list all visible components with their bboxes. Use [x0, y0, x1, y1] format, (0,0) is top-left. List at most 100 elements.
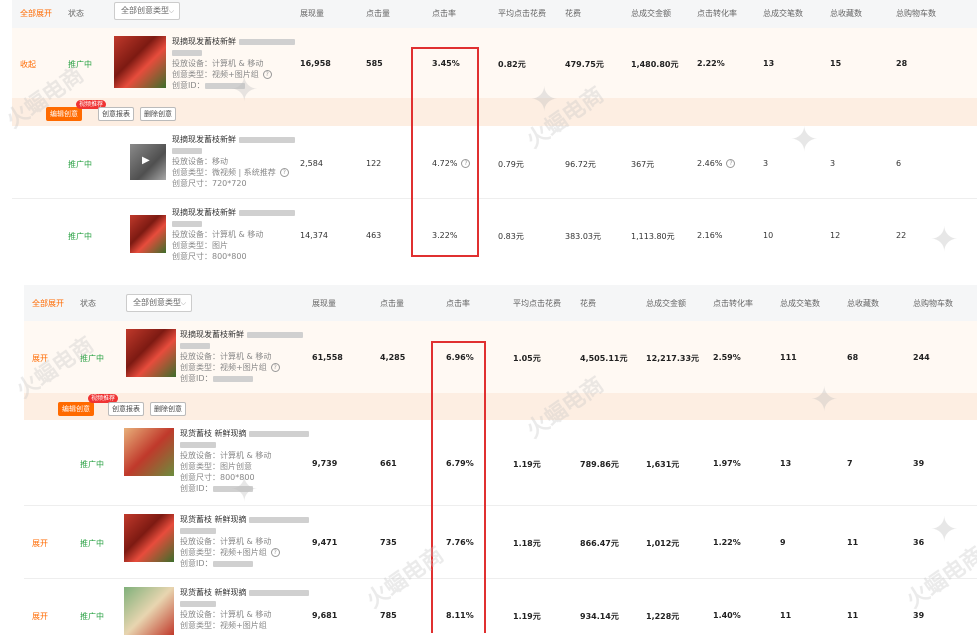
orders-value: 9: [780, 538, 786, 547]
impressions-value: 9,739: [312, 459, 338, 468]
favorites-value: 15: [830, 59, 842, 68]
size-value: 800*800: [212, 252, 247, 261]
cvr-value: 2.46%?: [697, 159, 736, 168]
expand-all-link[interactable]: 全部展开: [32, 298, 64, 309]
creative-report-button[interactable]: 创意报表: [98, 107, 134, 121]
creative-thumbnail[interactable]: [124, 587, 174, 635]
blurred-text: [172, 220, 202, 227]
info-icon[interactable]: ?: [270, 548, 280, 557]
device-label: 投放设备：: [180, 451, 220, 460]
creative-info: 现货蓄枝 新鲜现摘 投放设备：计算机 & 移动 创意类型：视频+图片组: [180, 587, 310, 631]
delete-creative-button[interactable]: 删除创意: [140, 107, 176, 121]
creative-thumbnail[interactable]: [114, 36, 166, 88]
device-value: 计算机 & 移动: [220, 451, 272, 460]
creative-thumbnail[interactable]: [124, 428, 174, 476]
blurred-text: [238, 136, 295, 143]
col-header-cart: 总购物车数: [913, 299, 953, 308]
creative-report-button[interactable]: 创意报表: [108, 402, 144, 416]
creative-title[interactable]: 现货蓄枝 新鲜现摘: [180, 515, 247, 524]
status-column-header: 状态: [68, 9, 84, 18]
orders-value: 13: [763, 59, 775, 68]
collapse-toggle[interactable]: 收起: [20, 59, 36, 70]
orders-value: 10: [763, 231, 774, 240]
cart-value: 36: [913, 538, 925, 547]
creative-thumbnail[interactable]: ▶: [130, 144, 166, 180]
favorites-value: 68: [847, 353, 859, 362]
size-label: 创意尺寸：: [180, 473, 220, 482]
impressions-value: 9,471: [312, 538, 338, 547]
creative-action-bar: 编辑创意 视频推荐 创意报表 删除创意: [12, 98, 977, 126]
creative-type-select[interactable]: 全部创意类型 ⌵: [114, 2, 180, 20]
type-label: 创意类型：: [180, 462, 220, 471]
expand-all-link[interactable]: 全部展开: [20, 8, 52, 19]
creative-thumbnail[interactable]: [130, 215, 166, 253]
edit-creative-button[interactable]: 编辑创意: [46, 107, 82, 121]
blurred-text: [180, 342, 210, 349]
info-icon[interactable]: ?: [726, 159, 736, 168]
expand-toggle[interactable]: 展开: [32, 611, 48, 622]
expand-toggle[interactable]: 展开: [32, 538, 48, 549]
creative-thumbnail[interactable]: [124, 514, 174, 562]
info-icon[interactable]: ?: [262, 70, 272, 79]
col-header-gmv: 总成交金额: [631, 9, 671, 18]
cost-value: 383.03元: [565, 232, 601, 241]
edit-creative-button[interactable]: 编辑创意: [58, 402, 94, 416]
cost-value: 4,505.11元: [580, 354, 628, 363]
cost-value: 789.86元: [580, 460, 619, 469]
type-value: 视频+图片组: [212, 70, 259, 79]
creative-title[interactable]: 现摘现发蓄枝新鲜: [172, 135, 236, 144]
creative-info: 现摘现发蓄枝新鲜 投放设备：计算机 & 移动 创意类型：视频+图片组? 创意ID…: [172, 36, 295, 91]
device-label: 投放设备：: [172, 230, 212, 239]
info-icon[interactable]: ?: [279, 168, 289, 177]
creative-type-select-value: 全部创意类型: [133, 298, 181, 307]
status-label: 推广中: [80, 460, 104, 469]
col-header-clicks: 点击量: [366, 9, 390, 18]
avg-cpc-value: 0.79元: [498, 160, 524, 169]
avg-cpc-value: 1.19元: [513, 612, 541, 621]
type-label: 创意类型：: [180, 548, 220, 557]
cart-value: 6: [896, 159, 902, 168]
table-header: 全部展开 状态 全部创意类型 ⌵ 展现量 点击量 点击率 平均点击花费 花费 总成…: [24, 285, 977, 321]
device-value: 计算机 & 移动: [220, 352, 272, 361]
delete-creative-button[interactable]: 删除创意: [150, 402, 186, 416]
col-header-ctr: 点击率: [432, 9, 456, 18]
type-value: 视频+图片组: [220, 363, 267, 372]
gmv-value: 1,113.80元: [631, 232, 675, 241]
blurred-text: [172, 49, 202, 56]
table-header: 全部展开 状态 全部创意类型 ⌵ 展现量 点击量 点击率 平均点击花费 花费 总成…: [12, 0, 977, 28]
status-label: 推广中: [80, 539, 104, 548]
type-label: 创意类型：: [172, 241, 212, 250]
creative-title[interactable]: 现摘现发蓄枝新鲜: [172, 208, 236, 217]
expand-toggle[interactable]: 展开: [32, 353, 48, 364]
impressions-value: 16,958: [300, 59, 331, 68]
type-value: 视频+图片组: [220, 621, 267, 630]
creative-info: 现摘现发蓄枝新鲜 投放设备：计算机 & 移动 创意类型：图片 创意尺寸：800*…: [172, 207, 295, 262]
col-header-favorites: 总收藏数: [847, 299, 879, 308]
gmv-value: 12,217.33元: [646, 354, 700, 363]
creative-title[interactable]: 现摘现发蓄枝新鲜: [172, 37, 236, 46]
type-label: 创意类型：: [180, 363, 220, 372]
ctr-highlight-box: [431, 341, 486, 633]
device-value: 计算机 & 移动: [212, 59, 264, 68]
favorites-value: 11: [847, 611, 859, 620]
creative-title[interactable]: 现货蓄枝 新鲜现摘: [180, 588, 247, 597]
device-value: 计算机 & 移动: [220, 610, 272, 619]
creative-info: 现摘现发蓄枝新鲜 投放设备：计算机 & 移动 创意类型：视频+图片组? 创意ID…: [180, 329, 303, 384]
col-header-impressions: 展现量: [312, 299, 336, 308]
size-value: 800*800: [220, 473, 255, 482]
cvr-number: 2.46%: [697, 159, 723, 168]
blurred-text: [180, 441, 216, 448]
clicks-value: 785: [380, 611, 397, 620]
favorites-value: 3: [830, 159, 836, 168]
col-header-cart: 总购物车数: [896, 9, 936, 18]
creative-title[interactable]: 现货蓄枝 新鲜现摘: [180, 429, 247, 438]
blurred-text: [172, 147, 202, 154]
creative-type-select[interactable]: 全部创意类型 ⌵: [126, 294, 192, 312]
info-icon[interactable]: ?: [270, 363, 280, 372]
creative-title[interactable]: 现摘现发蓄枝新鲜: [180, 330, 244, 339]
col-header-favorites: 总收藏数: [830, 9, 862, 18]
table-row: 收起 推广中 现摘现发蓄枝新鲜 投放设备：计算机 & 移动 创意类型：视频+图片…: [12, 28, 977, 98]
clicks-value: 4,285: [380, 353, 406, 362]
creative-thumbnail[interactable]: [126, 329, 176, 377]
size-label: 创意尺寸：: [172, 179, 212, 188]
